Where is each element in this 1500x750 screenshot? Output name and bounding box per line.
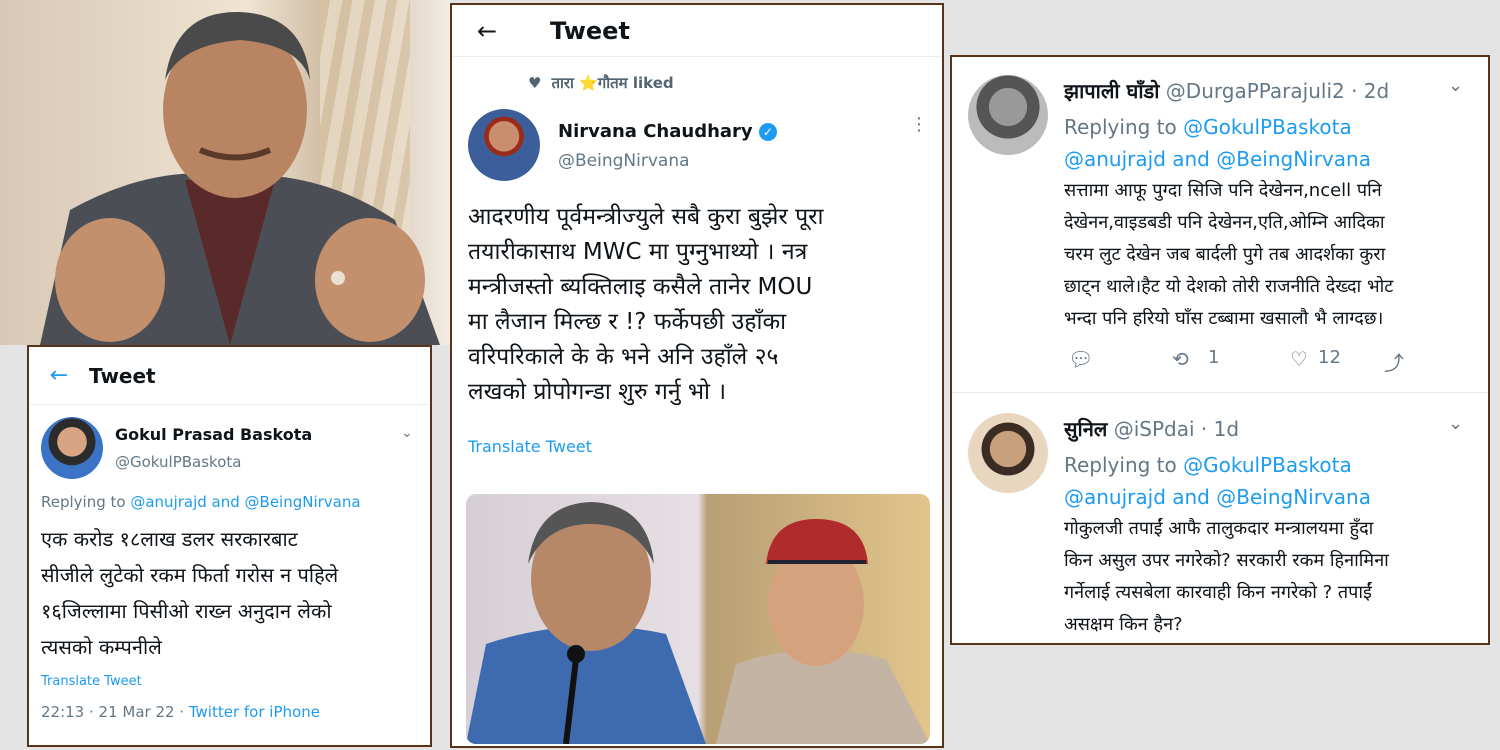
tweet-body-line: वरिपरिकाले के के भने अनि उहाँले २५ — [468, 344, 779, 370]
replies-panel-right: झापाली घाँडो @DurgaPParajuli2 · 2d ⌄ Rep… — [950, 55, 1490, 645]
replying-to-line: Replying to @anujrajd and @BeingNirvana — [41, 493, 361, 511]
reply-body-line: चरम लुट देखेन जब बार्दली पुगे तब आदर्शका… — [1064, 244, 1386, 265]
replying-to-handle[interactable]: @GokulPBaskota — [1183, 115, 1352, 139]
liked-by-text: तारा ⭐गौतम liked — [551, 74, 674, 92]
replying-to-line: Replying to @GokulPBaskota @anujrajd and… — [1064, 449, 1371, 513]
more-options-icon[interactable]: ⋮ — [910, 116, 928, 134]
retweet-count: 1 — [1208, 347, 1220, 368]
author-handle[interactable]: @GokulPBaskota — [115, 453, 241, 471]
tweet-body-line: सीजीले लुटेको रकम फिर्ता गरोस न पहिले — [41, 563, 339, 587]
reply-body: गोकुलजी तपाईं आफै तालुकदार मन्त्रालयमा ह… — [1064, 513, 1389, 641]
reply-age: · 2d — [1351, 79, 1390, 103]
avatar[interactable] — [968, 75, 1048, 155]
tweet-body-line: आदरणीय पूर्वमन्त्रीज्युले सबै कुरा बुझेर… — [468, 204, 824, 230]
replying-to-handles[interactable]: @anujrajd and @BeingNirvana — [1064, 143, 1371, 175]
chevron-down-icon[interactable]: ⌄ — [1448, 75, 1463, 96]
tweet-panel-left: ← Tweet Gokul Prasad Baskota @GokulPBask… — [27, 345, 432, 747]
avatar[interactable] — [41, 417, 103, 479]
replying-to-handles[interactable]: @anujrajd and @BeingNirvana — [1064, 481, 1371, 513]
tweet-header: ← Tweet — [452, 5, 942, 57]
tweet-header-title: Tweet — [89, 363, 156, 388]
share-icon[interactable]: ⤴ — [1384, 347, 1404, 376]
replying-to-handles[interactable]: @anujrajd and @BeingNirvana — [130, 493, 360, 511]
replying-to-handle[interactable]: @GokulPBaskota — [1183, 453, 1352, 477]
author-handle[interactable]: @BeingNirvana — [558, 151, 690, 171]
back-arrow-icon[interactable]: ← — [29, 363, 89, 388]
heart-icon: ♥ — [528, 74, 542, 92]
reply-body-line: गर्नेलाई त्यसबेला कारवाही किन नगरेको ? त… — [1064, 582, 1372, 603]
reply-body-line: असक्षम किन हैन? — [1064, 614, 1183, 635]
avatar[interactable] — [468, 109, 540, 181]
tweet-meta: 22:13 · 21 Mar 22 · Twitter for iPhone — [41, 703, 320, 721]
tweet-media-image[interactable] — [466, 494, 930, 744]
replying-to-label: Replying to — [41, 493, 126, 511]
liked-by-row: ♥ तारा ⭐गौतम liked — [528, 73, 674, 93]
retweet-icon[interactable]: ⟲ — [1172, 347, 1189, 371]
tweet-body-line: मा लैजान मिल्छ र !? फर्केपछी उहाँका — [468, 309, 787, 335]
tweet-panel-middle: ← Tweet ♥ तारा ⭐गौतम liked Nirvana Chaudh… — [450, 3, 944, 748]
reply-item: झापाली घाँडो @DurgaPParajuli2 · 2d ⌄ Rep… — [952, 57, 1488, 393]
tweet-body-line: त्यसको कम्पनीले — [41, 635, 162, 659]
tweet-body-line: एक करोड १८लाख डलर सरकारबाट — [41, 527, 298, 551]
replying-to-label: Replying to — [1064, 115, 1177, 139]
tweet-body-line: मन्त्रीजस्तो ब्यक्तिलाइ कसैले तानेर MOU — [468, 274, 813, 300]
reply-body-line: सत्तामा आफू पुग्दा सिजि पनि देखेनन,ncell… — [1064, 180, 1382, 201]
reply-author-name[interactable]: सुनिल — [1064, 417, 1107, 441]
comment-icon[interactable]: 💬︎ — [1068, 347, 1093, 371]
reply-body-line: देखेनन,वाइडबडी पनि देखेनन,एति,ओम्नि आदिक… — [1064, 212, 1385, 233]
reply-body: सत्तामा आफू पुग्दा सिजि पनि देखेनन,ncell… — [1064, 175, 1393, 335]
tweet-body: एक करोड १८लाख डलर सरकारबाट सीजीले लुटेको… — [41, 521, 338, 665]
avatar[interactable] — [968, 413, 1048, 493]
person-illustration — [40, 11, 440, 345]
reply-header: झापाली घाँडो @DurgaPParajuli2 · 2d — [1064, 77, 1389, 104]
tweet-source-link[interactable]: Twitter for iPhone — [189, 703, 320, 721]
reply-body-line: किन असुल उपर नगरेको? सरकारी रकम हिनामिना — [1064, 550, 1389, 571]
like-count: 12 — [1318, 347, 1341, 368]
tweet-timestamp: 22:13 · 21 Mar 22 · — [41, 703, 189, 721]
tweet-body-line: तयारीकासाथ MWC मा पुग्नुभाथ्यो । नत्र — [468, 239, 808, 265]
reply-header: सुनिल @iSPdai · 1d — [1064, 415, 1239, 442]
author-name[interactable]: Gokul Prasad Baskota — [115, 425, 312, 444]
tweet-header: ← Tweet — [29, 347, 430, 405]
politician-photo — [0, 0, 450, 345]
like-icon[interactable]: ♡ — [1290, 347, 1308, 371]
translate-tweet-link[interactable]: Translate Tweet — [468, 437, 592, 456]
reply-item: सुनिल @iSPdai · 1d ⌄ Replying to @GokulP… — [952, 395, 1488, 643]
reply-body-line: छाट्न थाले।हैट यो देशको तोरी राजनीति देख… — [1064, 276, 1394, 297]
media-illustration — [466, 502, 930, 744]
tweet-header-title: Tweet — [550, 16, 630, 45]
reply-age: · 1d — [1200, 417, 1240, 441]
reply-body-line: भन्दा पनि हरियो घाँस टब्बामा खसालौ भै ला… — [1064, 308, 1384, 329]
reply-author-name[interactable]: झापाली घाँडो — [1064, 79, 1159, 103]
replying-to-line: Replying to @GokulPBaskota @anujrajd and… — [1064, 111, 1371, 175]
back-arrow-icon[interactable]: ← — [452, 17, 522, 45]
author-name-row: Nirvana Chaudhary ✓ — [558, 121, 777, 142]
chevron-down-icon[interactable]: ⌄ — [401, 425, 413, 441]
tweet-body: आदरणीय पूर्वमन्त्रीज्युले सबै कुरा बुझेर… — [468, 200, 824, 410]
verified-badge-icon: ✓ — [758, 123, 777, 141]
author-name[interactable]: Nirvana Chaudhary — [558, 121, 753, 142]
replying-to-label: Replying to — [1064, 453, 1177, 477]
reply-author-handle[interactable]: @iSPdai — [1114, 417, 1195, 441]
reply-author-handle[interactable]: @DurgaPParajuli2 — [1166, 79, 1345, 103]
tweet-body-line: लखको प्रोपोगन्डा शुरु गर्नु भो । — [468, 379, 727, 405]
reply-body-line: गोकुलजी तपाईं आफै तालुकदार मन्त्रालयमा ह… — [1064, 518, 1374, 539]
chevron-down-icon[interactable]: ⌄ — [1448, 413, 1463, 434]
tweet-body-line: १६जिल्लामा पिसीओ राख्न अनुदान लेको — [41, 599, 332, 623]
translate-tweet-link[interactable]: Translate Tweet — [41, 674, 142, 689]
